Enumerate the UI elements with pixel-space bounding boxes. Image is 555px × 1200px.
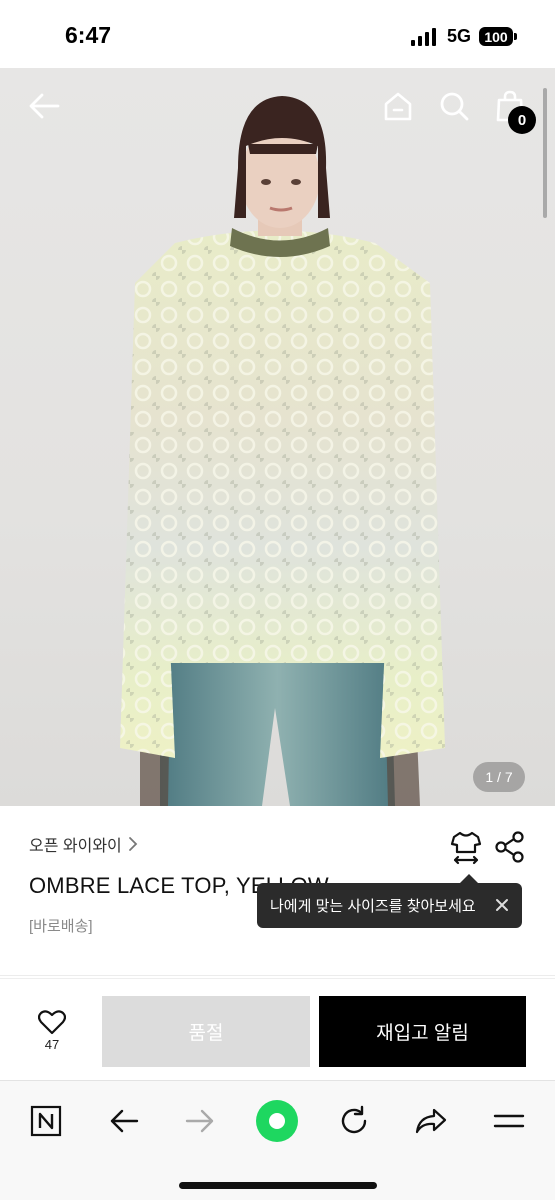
- back-button[interactable]: [24, 86, 64, 126]
- signal-icon: [410, 27, 436, 46]
- delivery-tag: [바로배송]: [29, 918, 93, 935]
- search-icon: [440, 92, 469, 121]
- menu-icon: [493, 1114, 525, 1128]
- like-count: 47: [44, 1037, 60, 1052]
- tooltip-text: 나에게 맞는 사이즈를 찾아보세요: [270, 898, 476, 915]
- network-label: 5G: [446, 26, 471, 46]
- size-tooltip: 나에게 맞는 사이즈를 찾아보세요: [257, 874, 522, 928]
- divider: [0, 975, 555, 976]
- tooltip-close-button[interactable]: [492, 895, 512, 915]
- chevron-right-icon: [128, 837, 138, 851]
- size-guide-button[interactable]: [449, 830, 483, 866]
- home-button[interactable]: [378, 86, 418, 126]
- browser-toolbar: [0, 1080, 555, 1200]
- menu-button[interactable]: [487, 1099, 531, 1143]
- arrow-left-icon: [29, 93, 60, 119]
- scroll-indicator: [543, 88, 547, 218]
- restock-alert-button[interactable]: 재입고 알림: [319, 996, 526, 1067]
- like-button[interactable]: 47: [28, 1009, 76, 1059]
- gallery-page-indicator: 1 / 7: [473, 762, 525, 792]
- product-photo: [120, 96, 445, 806]
- arrow-left-icon: [110, 1109, 139, 1133]
- brand-link[interactable]: 오픈 와이와이: [29, 832, 138, 856]
- status-bar: 6:47 5G 100: [0, 0, 555, 68]
- refresh-button[interactable]: [332, 1099, 376, 1143]
- heart-icon: [38, 1010, 66, 1035]
- home-icon: [384, 92, 412, 121]
- soldout-button: 품절: [102, 996, 310, 1067]
- browser-forward-button[interactable]: [178, 1099, 222, 1143]
- status-indicators: 5G 100: [410, 26, 517, 47]
- arrow-right-icon: [185, 1109, 214, 1133]
- home-indicator: [179, 1182, 377, 1189]
- share-button[interactable]: [494, 830, 526, 864]
- browser-share-button[interactable]: [409, 1099, 453, 1143]
- battery-level: 100: [479, 27, 513, 46]
- green-dot-button[interactable]: [255, 1099, 299, 1143]
- cart-button[interactable]: 0: [490, 86, 536, 134]
- close-icon: [496, 899, 508, 911]
- share-arrow-icon: [415, 1108, 447, 1134]
- share-icon: [495, 831, 524, 863]
- battery-icon: 100: [479, 27, 517, 46]
- product-image-gallery[interactable]: 0 1 / 7: [0, 68, 555, 806]
- tshirt-size-icon: [450, 831, 482, 865]
- search-button[interactable]: [434, 86, 474, 126]
- naver-home-button[interactable]: [24, 1099, 68, 1143]
- cart-count-badge: 0: [508, 106, 536, 134]
- status-time: 6:47: [65, 22, 112, 48]
- refresh-icon: [341, 1105, 367, 1134]
- brand-name: 오픈 와이와이: [29, 838, 122, 855]
- green-dot-icon: [256, 1100, 298, 1142]
- purchase-bar: 47 품절 재입고 알림: [0, 978, 555, 1080]
- browser-back-button[interactable]: [102, 1099, 146, 1143]
- naver-n-icon: [30, 1105, 62, 1137]
